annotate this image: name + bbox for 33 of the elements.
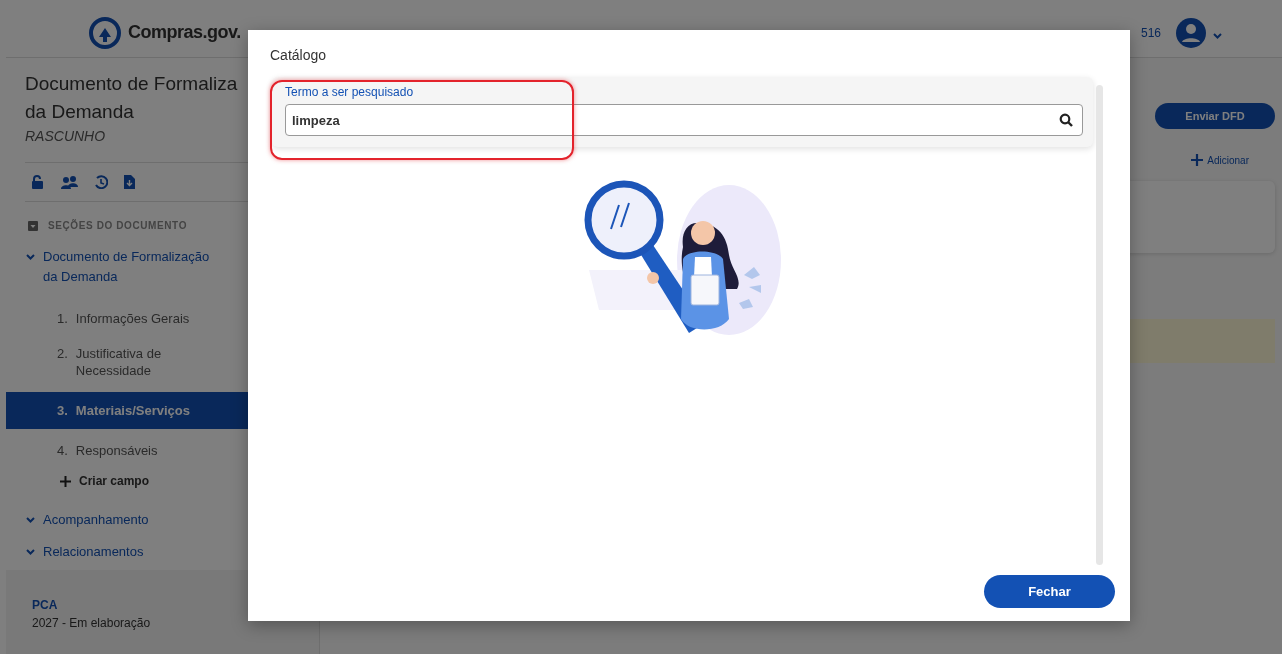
scrollbar[interactable] <box>1096 85 1103 565</box>
file-download-icon[interactable] <box>124 175 135 189</box>
document-title: Documento de Formaliza <box>25 72 238 96</box>
create-field-button[interactable]: Criar campo <box>6 468 150 492</box>
chevron-down-icon <box>26 549 35 555</box>
users-icon[interactable] <box>60 175 78 189</box>
chevron-down-icon <box>1213 33 1222 39</box>
section-item[interactable]: Relacionamentos <box>43 542 144 562</box>
chevron-down-icon <box>26 517 35 523</box>
history-icon[interactable] <box>94 175 108 189</box>
chevron-down-icon <box>26 254 35 260</box>
search-icon[interactable] <box>1059 113 1073 127</box>
collapse-icon[interactable] <box>28 220 38 231</box>
send-button[interactable]: Enviar DFD <box>1155 103 1275 129</box>
unlock-icon[interactable] <box>31 175 44 189</box>
document-status: RASCUNHO <box>24 128 107 144</box>
search-field[interactable]: limpeza <box>285 104 1083 136</box>
plus-icon <box>1191 154 1204 166</box>
plus-icon <box>60 475 71 487</box>
section-item[interactable]: Documento de Formalização da Demanda <box>43 247 223 287</box>
document-title: da Demanda <box>25 100 134 124</box>
dialog-title: Catálogo <box>270 47 328 63</box>
search-label: Termo a ser pesquisado <box>285 85 415 99</box>
close-button[interactable]: Fechar <box>984 575 1115 608</box>
plan-status: 2027 - Em elaboração <box>32 616 152 630</box>
user-avatar-icon[interactable] <box>1175 16 1207 49</box>
organization-name: 516 <box>1140 25 1161 40</box>
section-item[interactable]: Acompanhamento <box>43 510 149 530</box>
plan-label: PCA <box>32 598 59 612</box>
add-button[interactable]: Adicionar <box>1185 153 1255 167</box>
logo-icon <box>88 15 122 50</box>
logo-text: Compras.gov. <box>128 22 241 43</box>
sections-heading: SEÇÕES DO DOCUMENTO <box>48 220 187 231</box>
